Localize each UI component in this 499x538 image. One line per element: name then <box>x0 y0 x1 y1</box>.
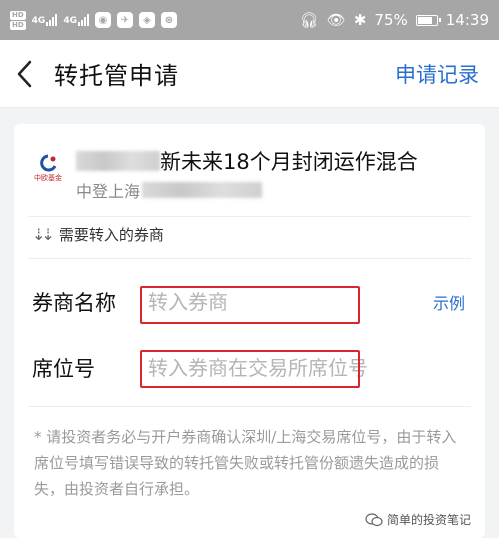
battery-icon <box>415 14 441 26</box>
network-2-label: 4G <box>63 16 77 26</box>
fund-registrar-text: 中登上海 <box>76 182 141 201</box>
nav-bar: 转托管申请 申请记录 <box>0 40 499 108</box>
divider <box>28 258 471 259</box>
sim2-label: HD <box>10 20 26 30</box>
chevron-left-icon <box>17 60 32 87</box>
page-title: 转托管申请 <box>54 62 179 90</box>
fund-name: 新未来18个月封闭运作混合 <box>76 146 418 176</box>
fund-company-logo: 中欧基金 <box>28 154 68 190</box>
section-header: ⇣⇣ 需要转入的券商 <box>32 224 164 245</box>
divider <box>28 406 471 407</box>
app-notification-icon: ✈ <box>116 12 133 28</box>
wechat-icon <box>365 512 383 526</box>
fund-name-text: 新未来18个月封闭运作混合 <box>160 150 418 174</box>
app-notification-icon: ◈ <box>138 12 155 28</box>
broker-name-row: 券商名称 示例 <box>32 280 471 324</box>
broker-name-label: 券商名称 <box>32 291 116 315</box>
transfer-form-card: 中欧基金 新未来18个月封闭运作混合 中登上海 ⇣⇣ 需要转入的券商 券商名称 … <box>14 124 485 538</box>
app-notification-icon: ⊛ <box>160 12 177 28</box>
fund-info: 中欧基金 新未来18个月封闭运作混合 中登上海 <box>28 140 475 204</box>
logo-mark-icon <box>40 154 57 172</box>
status-bar: HD HD 4G 4G ◉ ✈ ◈ ⊛ 🎧︎ 👁︎ ✱ 75% 14:39 <box>0 0 499 40</box>
seat-number-input[interactable] <box>142 350 442 386</box>
seat-number-label: 席位号 <box>32 357 95 381</box>
battery-percent: 75% <box>374 11 408 29</box>
headset-icon: 🎧︎ <box>299 11 319 29</box>
seat-number-row: 席位号 <box>32 346 471 390</box>
redacted-text <box>76 151 160 171</box>
network-1-label: 4G <box>31 16 46 26</box>
section-title: 需要转入的券商 <box>58 226 164 244</box>
fund-registrar: 中登上海 <box>76 178 263 202</box>
disclaimer-text: * 请投资者务必与开户券商确认深圳/上海交易席位号，由于转入席位号填写错误导致的… <box>34 428 457 498</box>
back-button[interactable] <box>0 40 48 108</box>
redacted-text <box>142 182 263 198</box>
application-records-link[interactable]: 申请记录 <box>395 59 479 89</box>
logo-text: 中欧基金 <box>34 174 62 182</box>
broker-name-input[interactable] <box>142 284 352 320</box>
transfer-in-icon: ⇣⇣ <box>32 225 55 244</box>
app-notification-icon: ◉ <box>94 12 111 28</box>
sim-indicator: HD HD <box>10 10 26 30</box>
watermark: 简单的投资笔记 <box>365 511 471 528</box>
signal-2-icon: 4G <box>63 14 89 26</box>
example-link[interactable]: 示例 <box>433 290 465 314</box>
bluetooth-icon: ✱ <box>353 11 367 29</box>
clock: 14:39 <box>445 11 489 29</box>
sim1-label: HD <box>10 10 26 20</box>
signal-1-icon: 4G <box>32 14 58 26</box>
eye-icon: 👁︎ <box>326 11 346 29</box>
divider <box>28 216 471 217</box>
watermark-text: 简单的投资笔记 <box>386 513 471 527</box>
